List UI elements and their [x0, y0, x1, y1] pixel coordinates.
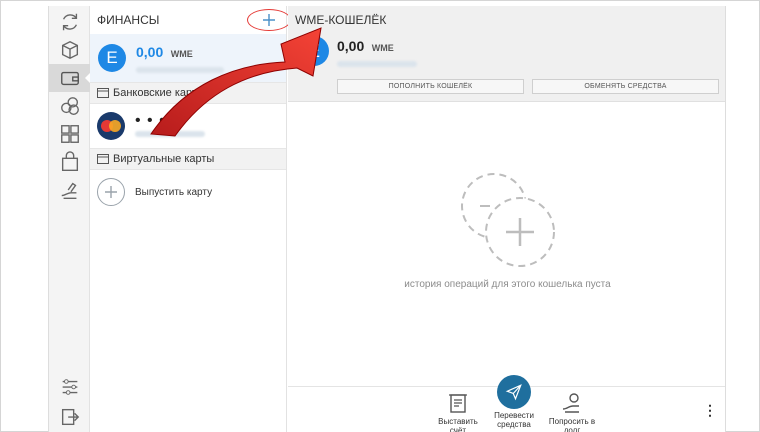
- invoice-label: Выставить счёт: [438, 417, 478, 432]
- issue-card-label: Выпустить карту: [135, 186, 213, 198]
- app-window: ФИНАНСЫ E 0,00 WME Банковские карты • • …: [48, 6, 726, 432]
- wallet-actions: ПОПОЛНИТЬ КОШЕЛЁК ОБМЕНЯТЬ СРЕДСТВА: [337, 79, 719, 94]
- wallet-icon[interactable]: [49, 64, 91, 92]
- finance-list-panel: ФИНАНСЫ E 0,00 WME Банковские карты • • …: [90, 6, 291, 432]
- hand-coin-icon: [562, 393, 579, 413]
- refresh-icon[interactable]: [49, 8, 90, 36]
- card-icon: [97, 88, 109, 98]
- box-icon[interactable]: [49, 36, 90, 64]
- wallet-amount: 0,00: [136, 43, 164, 60]
- wallet-balance: 0,00 WME: [337, 38, 417, 67]
- wallet-avatar: E: [299, 36, 329, 66]
- card-info: • • •: [135, 111, 205, 137]
- wallet-balance: 0,00 WME: [136, 44, 224, 73]
- hand-icon[interactable]: [49, 176, 90, 204]
- shop-icon[interactable]: [49, 148, 90, 176]
- issue-card-item[interactable]: Выпустить карту: [90, 170, 286, 214]
- card-number-blurred: [135, 130, 205, 137]
- bank-card-item[interactable]: • • •: [90, 104, 286, 148]
- send-icon: [497, 375, 531, 409]
- wallet-amount: 0,00: [337, 38, 365, 54]
- borrow-button[interactable]: Попросить в долг: [548, 391, 596, 432]
- more-menu-icon[interactable]: ⋮: [703, 403, 717, 417]
- empty-history-icon: [461, 173, 555, 267]
- invoice-button[interactable]: Выставить счёт: [434, 391, 482, 432]
- virtual-cards-label: Виртуальные карты: [113, 153, 215, 165]
- finance-title: ФИНАНСЫ: [97, 13, 160, 27]
- coins-icon[interactable]: [49, 92, 90, 120]
- wallet-detail-panel: WME-КОШЕЛЁК E 0,00 WME ПОПОЛНИТЬ КОШЕЛЁК…: [288, 6, 725, 432]
- borrow-label: Попросить в долг: [548, 417, 596, 432]
- topup-button[interactable]: ПОПОЛНИТЬ КОШЕЛЁК: [337, 79, 524, 94]
- wallet-currency: WME: [170, 48, 193, 59]
- logout-icon[interactable]: [49, 406, 90, 428]
- wallet-number-blurred: [337, 61, 417, 67]
- exchange-icon[interactable]: [49, 120, 90, 148]
- wallet-summary: E 0,00 WME: [299, 36, 417, 67]
- card-mask: • • •: [135, 111, 166, 129]
- bottom-action-bar: Выставить счёт Перевести средства Попрос…: [288, 375, 725, 432]
- invoice-icon: [449, 394, 467, 413]
- wallet-avatar: E: [98, 44, 126, 72]
- wallet-currency: WME: [371, 43, 394, 53]
- settings-sliders-icon[interactable]: [49, 376, 90, 398]
- exchange-button[interactable]: ОБМЕНЯТЬ СРЕДСТВА: [532, 79, 719, 94]
- plus-circle-icon: [97, 178, 125, 206]
- bank-cards-label: Банковские карты: [113, 87, 205, 99]
- add-button[interactable]: [247, 9, 291, 31]
- mastercard-icon: [97, 112, 125, 140]
- bank-cards-section: Банковские карты: [90, 82, 286, 104]
- wallet-number-blurred: [136, 66, 224, 73]
- transfer-button[interactable]: Перевести средства: [490, 375, 538, 429]
- left-rail: [49, 6, 91, 432]
- transfer-label: Перевести средства: [494, 411, 534, 429]
- empty-history-text: история операций для этого кошелька пуст…: [404, 279, 611, 290]
- wallet-detail-header: WME-КОШЕЛЁК E 0,00 WME ПОПОЛНИТЬ КОШЕЛЁК…: [288, 6, 725, 102]
- plus-icon: [263, 14, 275, 26]
- wallet-list-item[interactable]: E 0,00 WME: [90, 34, 286, 82]
- virtual-cards-section: Виртуальные карты: [90, 148, 286, 170]
- wallet-detail-title: WME-КОШЕЛЁК: [295, 13, 387, 27]
- card-icon: [97, 154, 109, 164]
